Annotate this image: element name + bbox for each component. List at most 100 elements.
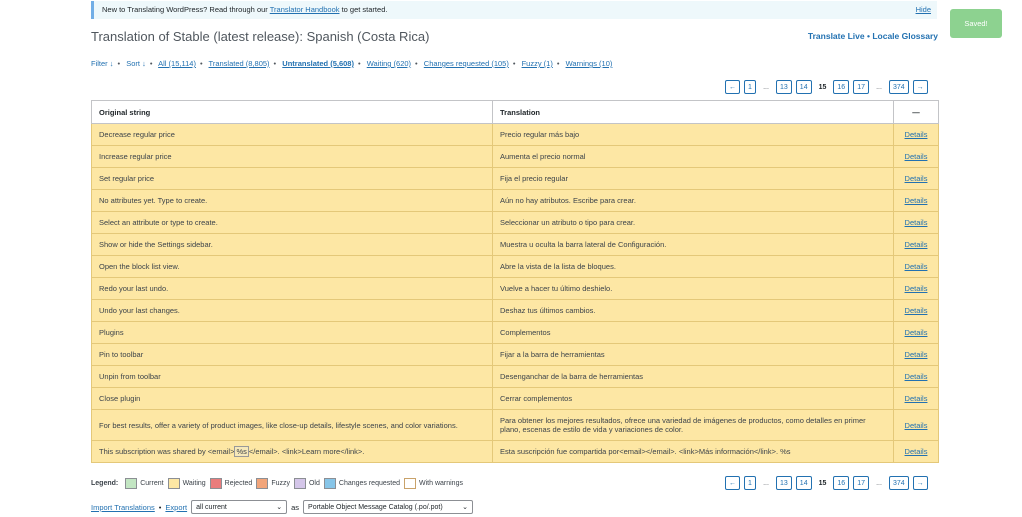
filter-all[interactable]: All (15,114): [158, 59, 196, 68]
next-page-button[interactable]: →: [912, 80, 928, 94]
page-16-link[interactable]: 16: [833, 476, 850, 490]
export-link[interactable]: Export: [165, 503, 187, 512]
page-13-link[interactable]: 13: [776, 80, 792, 94]
import-translations-link[interactable]: Import Translations: [91, 503, 155, 512]
pagination-bottom: ← 1 ... 13 14 15 16 17 ... 374 →: [725, 476, 928, 490]
legend-swatch: [293, 478, 306, 489]
page-1-link[interactable]: 1: [744, 476, 756, 490]
page-1-link[interactable]: 1: [744, 80, 756, 94]
row-actions: Details: [893, 123, 939, 146]
legend-swatch: [323, 478, 336, 489]
page-17-link[interactable]: 17: [853, 476, 869, 490]
details-link[interactable]: Details: [905, 328, 928, 337]
table-row[interactable]: Pin to toolbar Fijar a la barra de herram…: [91, 343, 939, 366]
filter-untranslated[interactable]: Untranslated (5,608): [282, 59, 354, 68]
last-page-link[interactable]: 374: [888, 80, 909, 94]
legend-item: Rejected: [209, 478, 252, 489]
table-row[interactable]: Select an attribute or type to create. Se…: [91, 211, 939, 234]
translation-string: Aún no hay atributos. Escribe para crear…: [492, 189, 894, 212]
prev-page-button[interactable]: ←: [725, 476, 740, 490]
table-row[interactable]: This subscription was shared by <email>%…: [91, 440, 939, 463]
details-link[interactable]: Details: [905, 262, 928, 271]
details-link[interactable]: Details: [905, 372, 928, 381]
original-string: For best results, offer a variety of pro…: [91, 409, 493, 441]
filter-changes-requested[interactable]: Changes requested (105): [424, 59, 509, 68]
filter-toggle[interactable]: Filter ↓: [91, 59, 114, 68]
table-row[interactable]: Redo your last undo. Vuelve a hacer tu úl…: [91, 277, 939, 300]
table-row[interactable]: Decrease regular price Precio regular más…: [91, 123, 939, 146]
filter-translated[interactable]: Translated (8,805): [209, 59, 270, 68]
legend: Legend: Current Waiting Rejected Fuzzy Old Ch…: [91, 478, 467, 489]
row-actions: Details: [893, 299, 939, 322]
chevron-down-icon: ⌄: [276, 504, 283, 511]
table-row[interactable]: No attributes yet. Type to create. Aún no…: [91, 189, 939, 212]
original-string: Plugins: [91, 321, 493, 344]
filter-bar: Filter ↓ • Sort ↓ • All (15,114) • Translat…: [91, 59, 613, 68]
original-string: This subscription was shared by <email>%…: [91, 440, 493, 463]
details-link[interactable]: Details: [905, 152, 928, 161]
row-actions: Details: [893, 145, 939, 168]
legend-label: Legend:: [91, 480, 119, 487]
translation-header: Translation: [492, 100, 894, 124]
translation-string: Deshaz tus últimos cambios.: [492, 299, 894, 322]
filter-fuzzy[interactable]: Fuzzy (1): [522, 59, 553, 68]
details-link[interactable]: Details: [905, 306, 928, 315]
details-link[interactable]: Details: [905, 350, 928, 359]
table-row[interactable]: Unpin from toolbar Desenganchar de la bar…: [91, 365, 939, 388]
details-link[interactable]: Details: [905, 130, 928, 139]
translator-handbook-link[interactable]: Translator Handbook: [270, 5, 340, 14]
filter-warnings[interactable]: Warnings (10): [566, 59, 613, 68]
page-13-link[interactable]: 13: [776, 476, 792, 490]
details-link[interactable]: Details: [905, 394, 928, 403]
details-link[interactable]: Details: [905, 196, 928, 205]
original-string: Open the block list view.: [91, 255, 493, 278]
pagination-ellipsis: ...: [760, 80, 772, 94]
table-row[interactable]: Open the block list view. Abre la vista d…: [91, 255, 939, 278]
details-link[interactable]: Details: [905, 421, 928, 430]
translation-string: Desenganchar de la barra de herramientas: [492, 365, 894, 388]
locale-glossary-link[interactable]: Locale Glossary: [872, 31, 938, 41]
export-scope-select[interactable]: all current ⌄: [191, 500, 288, 514]
table-row[interactable]: For best results, offer a variety of pro…: [91, 409, 939, 441]
next-page-button[interactable]: →: [912, 476, 928, 490]
table-row[interactable]: Undo your last changes. Deshaz tus último…: [91, 299, 939, 322]
details-link[interactable]: Details: [905, 447, 928, 456]
row-actions: Details: [893, 387, 939, 410]
legend-item: Old: [293, 478, 320, 489]
import-export-bar: Import Translations • Export all current…: [91, 500, 474, 514]
row-actions: Details: [893, 365, 939, 388]
filter-waiting[interactable]: Waiting (620): [367, 59, 411, 68]
table-row[interactable]: Close plugin Cerrar complementos Details: [91, 387, 939, 410]
original-string: Close plugin: [91, 387, 493, 410]
table-row[interactable]: Increase regular price Aumenta el precio …: [91, 145, 939, 168]
table-row[interactable]: Plugins Complementos Details: [91, 321, 939, 344]
page-14-link[interactable]: 14: [795, 476, 812, 490]
table-row[interactable]: Set regular price Fija el precio regular D…: [91, 167, 939, 190]
translation-string: Precio regular más bajo: [492, 123, 894, 146]
sort-toggle[interactable]: Sort ↓: [126, 59, 146, 68]
details-link[interactable]: Details: [905, 174, 928, 183]
last-page-link[interactable]: 374: [888, 476, 909, 490]
details-link[interactable]: Details: [905, 240, 928, 249]
top-links: Translate Live • Locale Glossary: [807, 31, 938, 41]
page-14-link[interactable]: 14: [795, 80, 812, 94]
notice-banner: New to Translating WordPress? Read throu…: [91, 1, 937, 19]
row-actions: Details: [893, 233, 939, 256]
placeholder-token: %s: [234, 446, 249, 457]
prev-page-button[interactable]: ←: [725, 80, 740, 94]
legend-swatch: [125, 478, 138, 489]
table-row[interactable]: Show or hide the Settings sidebar. Muestr…: [91, 233, 939, 256]
row-actions: Details: [893, 277, 939, 300]
details-link[interactable]: Details: [905, 218, 928, 227]
translate-live-link[interactable]: Translate Live: [808, 31, 865, 41]
legend-swatch: [167, 478, 180, 489]
page-17-link[interactable]: 17: [853, 80, 869, 94]
details-link[interactable]: Details: [905, 284, 928, 293]
hide-notice-link[interactable]: Hide: [916, 5, 931, 14]
original-string-header: Original string: [91, 100, 493, 124]
saved-notice: Saved!: [950, 9, 1002, 38]
current-page: 15: [815, 80, 830, 94]
export-format-select[interactable]: Portable Object Message Catalog (.po/.po…: [303, 500, 474, 514]
legend-item: Waiting: [167, 478, 206, 489]
page-16-link[interactable]: 16: [833, 80, 850, 94]
